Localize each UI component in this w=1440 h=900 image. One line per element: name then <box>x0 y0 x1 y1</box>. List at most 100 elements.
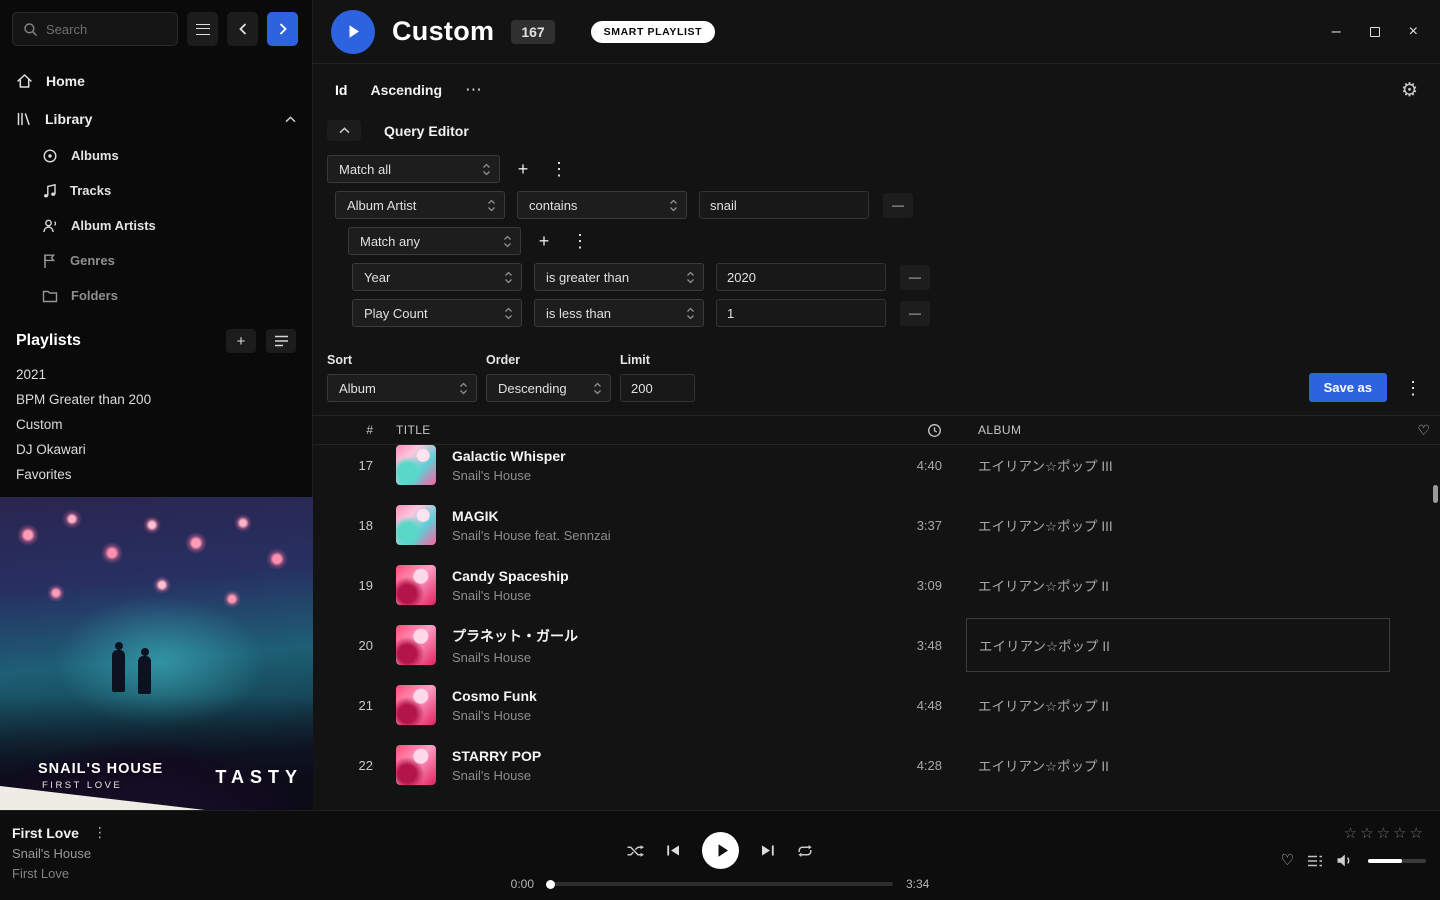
rating-stars[interactable]: ☆☆☆☆☆ <box>1344 824 1426 842</box>
nav-back-button[interactable] <box>227 12 258 46</box>
nav-forward-button[interactable] <box>267 12 298 46</box>
scrollbar-thumb[interactable] <box>1433 485 1438 503</box>
sort-more-button[interactable]: ⋯ <box>465 80 483 100</box>
add-playlist-button[interactable]: + <box>226 329 256 353</box>
track-album[interactable]: エイリアン☆ポップ III <box>978 515 1390 535</box>
sidebar-item-library[interactable]: Library <box>0 100 312 138</box>
track-row[interactable]: 17 Galactic Whisper Snail's House 4:40 エ… <box>313 445 1440 495</box>
track-row[interactable]: 21 Cosmo Funk Snail's House 4:48 エイリアン☆ポ… <box>313 675 1440 735</box>
previous-track-button[interactable] <box>666 844 681 857</box>
favorite-button[interactable]: ♡ <box>1281 853 1294 868</box>
next-track-button[interactable] <box>760 844 775 857</box>
menu-button[interactable] <box>187 12 218 46</box>
track-album[interactable]: エイリアン☆ポップ III <box>978 455 1390 475</box>
volume-icon[interactable] <box>1336 853 1355 868</box>
chevron-left-icon <box>239 23 247 35</box>
rule-field-select[interactable]: Year <box>352 263 522 291</box>
sidebar-nav: Home Library Albums Tracks Album Artists <box>0 56 312 313</box>
sidebar-item-home[interactable]: Home <box>0 62 312 100</box>
track-album[interactable]: エイリアン☆ポップ II <box>978 575 1390 595</box>
save-as-button[interactable]: Save as <box>1309 373 1387 402</box>
query-menu-button[interactable]: ⋮ <box>1400 374 1426 402</box>
match-mode-select[interactable]: Match all <box>327 155 500 183</box>
repeat-button[interactable] <box>796 844 814 858</box>
sidebar-item-genres[interactable]: Genres <box>0 243 312 278</box>
nav-home-label: Home <box>46 73 85 89</box>
remove-rule-button[interactable]: — <box>883 193 913 218</box>
rule-operator-select[interactable]: is less than <box>534 299 704 327</box>
settings-gear-icon[interactable]: ⚙ <box>1401 79 1418 102</box>
now-playing-artwork[interactable]: SNAIL'S HOUSE FIRST LOVE TASTY <box>0 497 313 810</box>
search-box[interactable] <box>12 12 178 46</box>
limit-input[interactable] <box>620 374 695 402</box>
column-number[interactable]: # <box>347 423 373 437</box>
playlist-list-button[interactable] <box>266 329 296 353</box>
query-editor-collapse-button[interactable] <box>327 120 361 141</box>
sidebar-item-albums[interactable]: Albums <box>0 138 312 173</box>
column-album[interactable]: ALBUM <box>978 423 1390 437</box>
column-duration[interactable] <box>882 423 942 438</box>
track-title: STARRY POP <box>452 748 882 764</box>
add-rule-button[interactable]: + <box>531 227 557 255</box>
track-count-badge: 167 <box>511 20 554 44</box>
sidebar-item-tracks[interactable]: Tracks <box>0 173 312 208</box>
now-playing-album[interactable]: First Love <box>12 866 107 881</box>
track-row[interactable]: 20 プラネット・ガール Snail's House 3:48 エイリアン☆ポッ… <box>313 615 1440 675</box>
sidebar: Home Library Albums Tracks Album Artists <box>0 0 313 810</box>
seek-bar[interactable] <box>547 882 893 886</box>
rule-field-select[interactable]: Play Count <box>352 299 522 327</box>
playlist-item[interactable]: BPM Greater than 200 <box>16 387 296 412</box>
rule-value-input[interactable] <box>716 299 886 327</box>
seek-handle[interactable] <box>546 880 555 889</box>
group-menu-button[interactable]: ⋮ <box>567 227 593 255</box>
queue-icon[interactable] <box>1307 855 1323 867</box>
minimize-button[interactable]: – <box>1332 24 1341 40</box>
sidebar-item-folders[interactable]: Folders <box>0 278 312 313</box>
volume-slider[interactable] <box>1368 859 1426 863</box>
playlist-item[interactable]: Custom <box>16 412 296 437</box>
rule-value-input[interactable] <box>716 263 886 291</box>
library-tracks-label: Tracks <box>70 183 111 198</box>
sidebar-item-album-artists[interactable]: Album Artists <box>0 208 312 243</box>
select-arrows-icon <box>503 234 512 249</box>
query-order-select[interactable]: Descending <box>486 374 611 402</box>
group-menu-button[interactable]: ⋮ <box>546 155 572 183</box>
sort-direction-button[interactable]: Ascending <box>370 82 442 98</box>
track-album[interactable]: エイリアン☆ポップ II <box>978 695 1390 715</box>
track-row[interactable]: 19 Candy Spaceship Snail's House 3:09 エイ… <box>313 555 1440 615</box>
play-playlist-button[interactable] <box>331 10 375 54</box>
repeat-icon <box>796 844 814 858</box>
play-pause-button[interactable] <box>702 832 739 869</box>
playlist-item[interactable]: 2021 <box>16 362 296 387</box>
now-playing-menu-button[interactable]: ⋮ <box>93 824 107 841</box>
maximize-button[interactable] <box>1370 27 1380 37</box>
now-playing-artist[interactable]: Snail's House <box>12 846 107 861</box>
query-sort-select[interactable]: Album <box>327 374 477 402</box>
shuffle-button[interactable] <box>626 844 645 858</box>
remove-rule-button[interactable]: — <box>900 301 930 326</box>
rule-value-input[interactable] <box>699 191 869 219</box>
track-row[interactable]: 18 MAGIK Snail's House feat. Sennzai 3:3… <box>313 495 1440 555</box>
column-favorite[interactable]: ♡ <box>1390 422 1430 439</box>
track-album-focused-cell[interactable]: エイリアン☆ポップ II <box>966 618 1390 672</box>
rule-operator-select[interactable]: is greater than <box>534 263 704 291</box>
chevron-up-icon[interactable] <box>285 116 296 123</box>
smart-playlist-badge: SMART PLAYLIST <box>591 21 715 43</box>
rule-operator-select[interactable]: contains <box>517 191 687 219</box>
rule-field-select[interactable]: Album Artist <box>335 191 505 219</box>
playlist-item[interactable]: Favorites <box>16 462 296 487</box>
close-button[interactable]: × <box>1409 24 1418 40</box>
search-input[interactable] <box>46 22 158 37</box>
sort-field-button[interactable]: Id <box>335 82 347 98</box>
track-artist: Snail's House <box>452 708 882 723</box>
track-album[interactable]: エイリアン☆ポップ II <box>978 755 1390 775</box>
add-rule-button[interactable]: + <box>510 155 536 183</box>
track-title: MAGIK <box>452 508 882 524</box>
match-mode-select[interactable]: Match any <box>348 227 521 255</box>
artist-icon <box>42 218 58 234</box>
clock-icon <box>927 423 942 438</box>
remove-rule-button[interactable]: — <box>900 265 930 290</box>
track-row[interactable]: 22 STARRY POP Snail's House 4:28 エイリアン☆ポ… <box>313 735 1440 795</box>
playlist-item[interactable]: DJ Okawari <box>16 437 296 462</box>
column-title[interactable]: TITLE <box>396 423 882 437</box>
